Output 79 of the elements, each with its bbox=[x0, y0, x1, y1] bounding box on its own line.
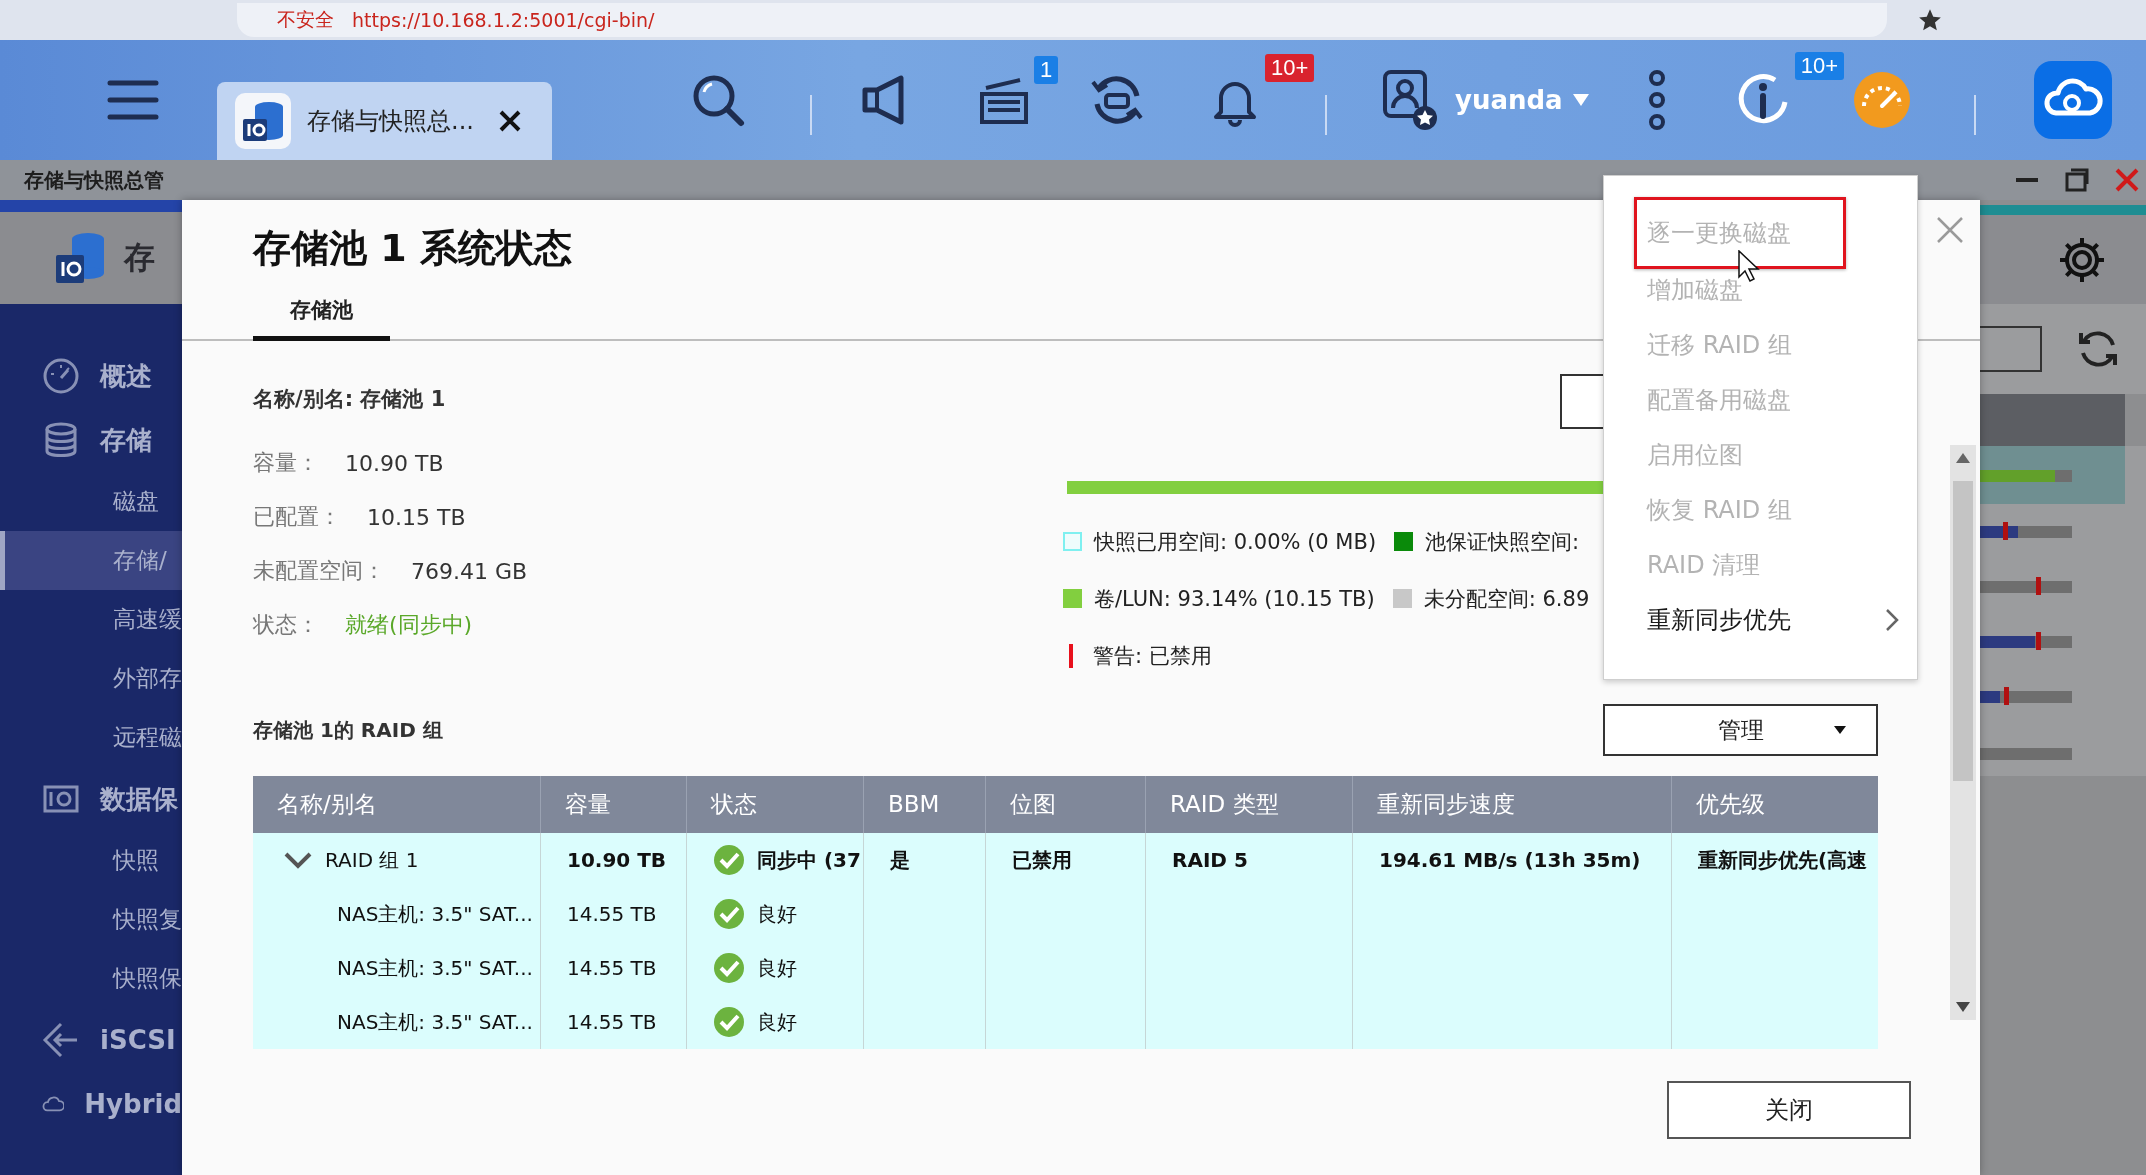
legend-label: 快照已用空间: 0.00% (0 MB) bbox=[1094, 528, 1377, 556]
scrollbar[interactable] bbox=[1950, 445, 1976, 1020]
nav-item[interactable]: 快照复 bbox=[0, 890, 182, 949]
field-value: 就绪(同步中) bbox=[345, 611, 473, 639]
count-badge: 1 bbox=[1034, 56, 1059, 84]
manage-button[interactable]: 管理 bbox=[1603, 704, 1878, 756]
caret-icon bbox=[1834, 726, 1846, 734]
field-value: 769.41 GB bbox=[411, 558, 528, 584]
window-title: 存储与快照总管 bbox=[24, 166, 164, 194]
app-tab[interactable]: 存储与快照总... bbox=[217, 82, 552, 160]
check-icon bbox=[713, 844, 745, 876]
table-cell: 是 bbox=[890, 846, 910, 874]
diamond-arrow-icon bbox=[42, 1021, 80, 1059]
table-cell: 良好 bbox=[757, 954, 797, 982]
maximize-icon[interactable] bbox=[2064, 167, 2090, 193]
column-header[interactable]: 名称/别名 bbox=[253, 776, 540, 833]
legend-label: 未分配空间: 6.89 bbox=[1423, 585, 1590, 613]
nav-item[interactable]: 存储/ bbox=[0, 531, 182, 590]
check-icon bbox=[713, 898, 745, 930]
nav-section[interactable]: 存储 bbox=[0, 408, 182, 472]
address-bar[interactable]: 不安全 https://10.168.1.2:5001/cgi-bin/ bbox=[237, 3, 1887, 37]
dialog-title: 存储池 1 系统状态 bbox=[253, 225, 572, 272]
close-icon[interactable] bbox=[497, 109, 522, 133]
caret-icon[interactable] bbox=[1572, 94, 1589, 106]
count-badge: 10+ bbox=[1794, 52, 1844, 80]
table-cell: RAID 组 1 bbox=[325, 846, 419, 874]
close-button[interactable]: 关闭 bbox=[1667, 1081, 1911, 1139]
table-cell: NAS主机: 3.5" SAT... bbox=[337, 900, 533, 928]
section-title: 存储池 1的 RAID 组 bbox=[253, 716, 443, 744]
check-icon bbox=[713, 1006, 745, 1038]
cloud-icon[interactable] bbox=[2033, 61, 2112, 139]
tab[interactable]: 存储池 bbox=[253, 288, 390, 341]
nav-section[interactable]: 概述 bbox=[0, 344, 182, 408]
menu-item[interactable]: 重新同步优先 bbox=[1634, 592, 1899, 647]
table-cell: 14.55 TB bbox=[567, 956, 657, 980]
table-cell: 重新同步优先(高速 bbox=[1698, 846, 1868, 874]
field-value: 10.90 TB bbox=[345, 450, 444, 476]
table-cell: RAID 5 bbox=[1172, 848, 1248, 872]
storage-app-icon bbox=[235, 93, 291, 149]
table-cell: 同步中 (37 bbox=[757, 846, 861, 874]
scroll-up-icon[interactable] bbox=[1956, 453, 1970, 463]
count-badge: 10+ bbox=[1265, 54, 1315, 82]
nav-item[interactable]: 磁盘 bbox=[0, 472, 182, 531]
nav-item[interactable]: 高速缓 bbox=[0, 590, 182, 649]
nav-section[interactable]: 数据保 bbox=[0, 767, 182, 831]
check-icon bbox=[713, 952, 745, 984]
nav-item[interactable]: 远程磁 bbox=[0, 708, 182, 767]
table-cell: NAS主机: 3.5" SAT... bbox=[337, 1008, 533, 1036]
legend-label: 警告: 已禁用 bbox=[1093, 642, 1212, 670]
app-name: 存 bbox=[124, 238, 155, 277]
field-label: 未配置空间： bbox=[253, 557, 385, 585]
table-cell: 良好 bbox=[757, 1008, 797, 1036]
field-label: 容量： bbox=[253, 449, 319, 477]
table-cell: 10.90 TB bbox=[567, 848, 667, 872]
legend-label: 池保证快照空间: bbox=[1425, 528, 1580, 556]
table-cell: 已禁用 bbox=[1012, 846, 1072, 874]
table-cell: 14.55 TB bbox=[567, 1010, 657, 1034]
nav-item[interactable]: 快照保 bbox=[0, 949, 182, 1008]
user-name[interactable]: yuanda bbox=[1455, 85, 1563, 115]
table-cell: 194.61 MB/s (13h 35m) bbox=[1379, 848, 1641, 872]
star-icon[interactable] bbox=[1917, 7, 1943, 33]
url-text: https://10.168.1.2:5001/cgi-bin/ bbox=[352, 9, 655, 31]
table-cell: 良好 bbox=[757, 900, 797, 928]
field-label: 状态： bbox=[253, 611, 319, 639]
scroll-down-icon[interactable] bbox=[1956, 1002, 1970, 1012]
pool-name: 名称/别名: 存储池 1 bbox=[253, 386, 447, 413]
chevron-icon[interactable] bbox=[283, 851, 313, 869]
gauge-icon bbox=[42, 357, 80, 395]
legend-label: 卷/LUN: 93.14% (10.15 TB) bbox=[1094, 585, 1375, 613]
field-label: 已配置： bbox=[253, 503, 341, 531]
nav-item[interactable]: 快照 bbox=[0, 831, 182, 890]
speedometer-icon[interactable] bbox=[1851, 70, 1912, 130]
field-value: 10.15 TB bbox=[367, 504, 466, 530]
table-cell: 14.55 TB bbox=[567, 902, 657, 926]
nav-item[interactable]: 外部存 bbox=[0, 649, 182, 708]
table-cell: NAS主机: 3.5" SAT... bbox=[337, 954, 533, 982]
nav-section[interactable]: Hybrid bbox=[0, 1072, 182, 1136]
nav-section[interactable]: iSCSI bbox=[0, 1008, 182, 1072]
security-label: 不安全 bbox=[277, 7, 334, 32]
